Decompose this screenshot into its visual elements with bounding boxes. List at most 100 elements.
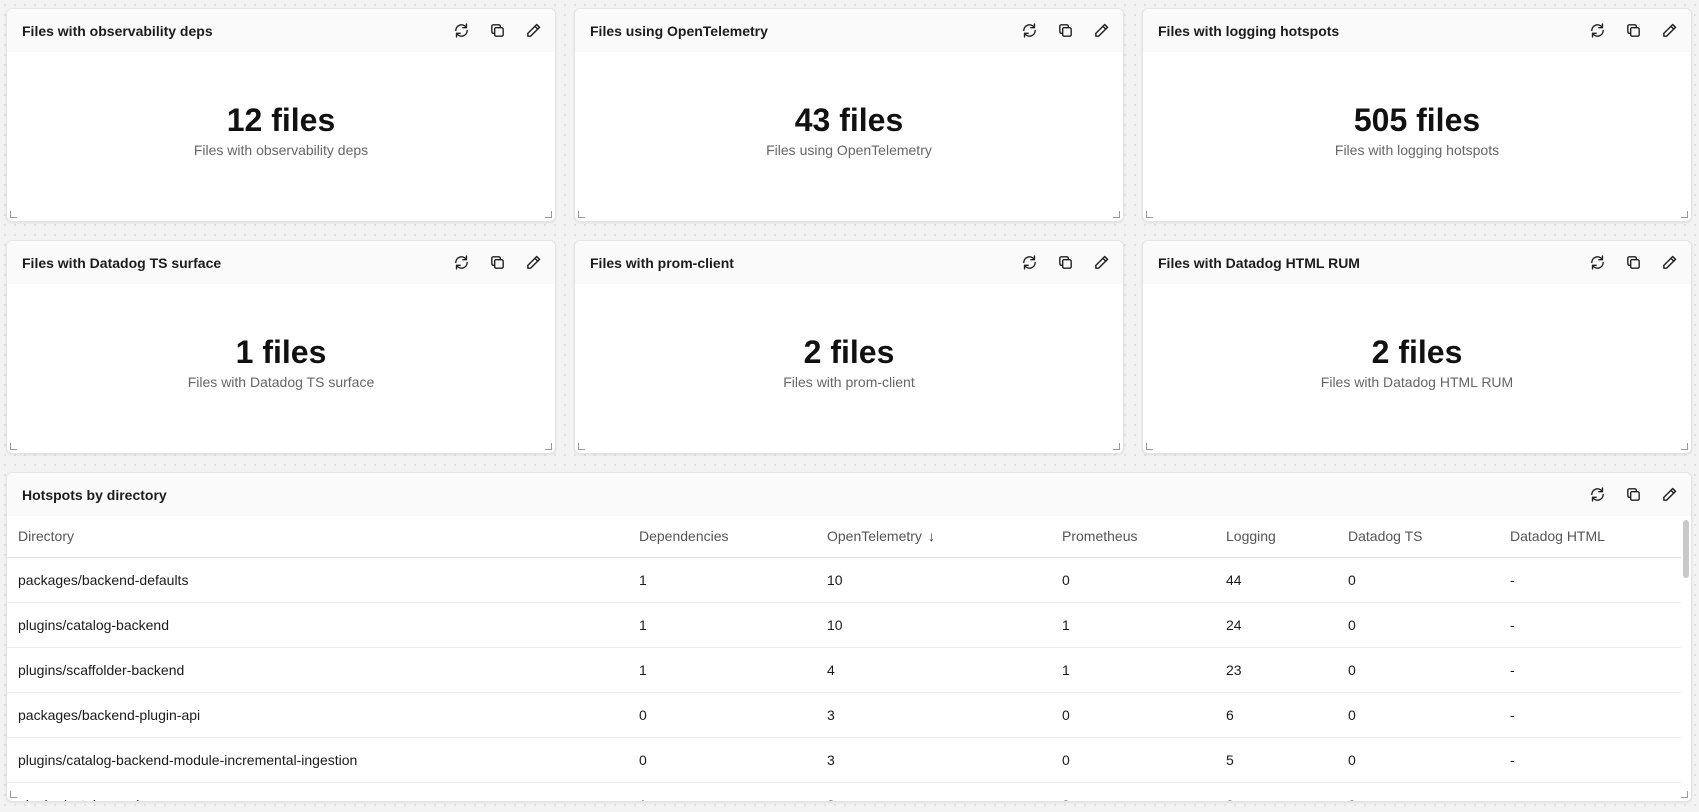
table-row: plugins/catalog-backend-module-increment… [7,737,1681,783]
stat-label: Files with prom-client [783,373,915,390]
resize-handle[interactable] [578,443,585,450]
resize-handle[interactable] [1146,211,1153,218]
edit-icon[interactable] [519,17,547,45]
resize-handle[interactable] [578,211,585,218]
cell-logging: 5 [1215,737,1337,783]
edit-icon[interactable] [1655,249,1683,277]
cell-datadog-ts: 0 [1337,782,1499,801]
edit-icon[interactable] [1655,481,1683,509]
panel-header: Files using OpenTelemetry [575,9,1123,52]
duplicate-icon[interactable] [483,249,511,277]
resize-handle[interactable] [1681,443,1688,450]
cell-dependencies: 1 [628,557,816,603]
cell-datadog-html [1499,782,1681,801]
refresh-icon[interactable] [447,249,475,277]
edit-icon[interactable] [1087,249,1115,277]
panel-title: Files with logging hotspots [1158,22,1340,39]
stat-value: 505 files [1353,102,1481,139]
resize-handle[interactable] [1681,791,1688,798]
column-header-opentelemetry[interactable]: OpenTelemetry ↓ [816,516,1051,558]
cell-logging: 0 [1215,782,1337,801]
panel-title: Files using OpenTelemetry [590,22,768,39]
refresh-icon[interactable] [1583,481,1611,509]
table-row: plugins/catalog-node 1 3 0 0 0 [7,782,1681,801]
column-header-prometheus[interactable]: Prometheus [1051,516,1215,558]
stat-body: 505 files Files with logging hotspots [1143,52,1691,221]
cell-opentelemetry: 10 [816,602,1051,648]
cell-directory: packages/backend-defaults [7,557,628,603]
resize-handle[interactable] [10,211,17,218]
resize-handle[interactable] [10,443,17,450]
cell-datadog-html: - [1499,692,1681,738]
cell-directory: plugins/catalog-node [7,782,628,801]
refresh-icon[interactable] [1015,249,1043,277]
resize-handle[interactable] [1146,443,1153,450]
duplicate-icon[interactable] [483,17,511,45]
cell-prometheus: 0 [1051,557,1215,603]
duplicate-icon[interactable] [1051,249,1079,277]
panel-title: Files with prom-client [590,254,734,271]
stat-label: Files using OpenTelemetry [766,141,932,158]
stat-value: 12 files [226,102,336,139]
cell-datadog-ts: 0 [1337,647,1499,693]
panel-title: Hotspots by directory [22,486,167,503]
cell-logging: 24 [1215,602,1337,648]
cell-opentelemetry: 3 [816,692,1051,738]
cell-prometheus: 0 [1051,692,1215,738]
edit-icon[interactable] [1087,17,1115,45]
refresh-icon[interactable] [447,17,475,45]
refresh-icon[interactable] [1583,249,1611,277]
stat-label: Files with logging hotspots [1334,141,1500,158]
duplicate-icon[interactable] [1619,481,1647,509]
column-header-datadog-ts[interactable]: Datadog TS [1337,516,1499,558]
cell-dependencies: 1 [628,647,816,693]
resize-handle[interactable] [1681,211,1688,218]
resize-handle[interactable] [1113,443,1120,450]
vertical-scrollbar[interactable] [1683,520,1689,578]
panel-header: Hotspots by directory [7,473,1691,516]
cell-dependencies: 1 [628,602,816,648]
resize-handle[interactable] [1113,211,1120,218]
refresh-icon[interactable] [1015,17,1043,45]
cell-directory: plugins/scaffolder-backend [7,647,628,693]
cell-opentelemetry: 3 [816,737,1051,783]
cell-opentelemetry: 3 [816,782,1051,801]
duplicate-icon[interactable] [1619,249,1647,277]
panel-actions [1583,481,1683,509]
refresh-icon[interactable] [1583,17,1611,45]
column-header-dependencies[interactable]: Dependencies [628,516,816,558]
cell-datadog-html: - [1499,602,1681,648]
cell-datadog-html: - [1499,737,1681,783]
panel-actions [447,249,547,277]
stat-panel-observability-deps: Files with observability deps 12 files F… [6,8,556,222]
resize-handle[interactable] [545,443,552,450]
edit-icon[interactable] [1655,17,1683,45]
column-header-logging[interactable]: Logging [1215,516,1337,558]
cell-logging: 23 [1215,647,1337,693]
stat-body: 1 files Files with Datadog TS surface [7,284,555,453]
cell-directory: packages/backend-plugin-api [7,692,628,738]
resize-handle[interactable] [10,791,17,798]
cell-directory: plugins/catalog-backend [7,602,628,648]
stat-body: 43 files Files using OpenTelemetry [575,52,1123,221]
edit-icon[interactable] [519,249,547,277]
duplicate-icon[interactable] [1619,17,1647,45]
table-header-row: Directory Dependencies OpenTelemetry ↓ Pr… [7,516,1681,558]
panel-title: Files with Datadog TS surface [22,254,222,271]
cell-datadog-html: - [1499,557,1681,603]
panel-header: Files with prom-client [575,241,1123,284]
column-header-datadog-html[interactable]: Datadog HTML [1499,516,1681,558]
stat-value: 2 files [1371,334,1463,371]
stat-label: Files with observability deps [193,141,369,158]
panel-title: Files with observability deps [22,22,213,39]
stat-value: 1 files [235,334,327,371]
column-header-directory[interactable]: Directory [7,516,628,558]
duplicate-icon[interactable] [1051,17,1079,45]
resize-handle[interactable] [545,211,552,218]
cell-datadog-ts: 0 [1337,602,1499,648]
panel-actions [1583,17,1683,45]
cell-dependencies: 0 [628,737,816,783]
panel-header: Files with logging hotspots [1143,9,1691,52]
stat-value: 43 files [794,102,904,139]
table-row: plugins/catalog-backend 1 10 1 24 0 - [7,602,1681,648]
